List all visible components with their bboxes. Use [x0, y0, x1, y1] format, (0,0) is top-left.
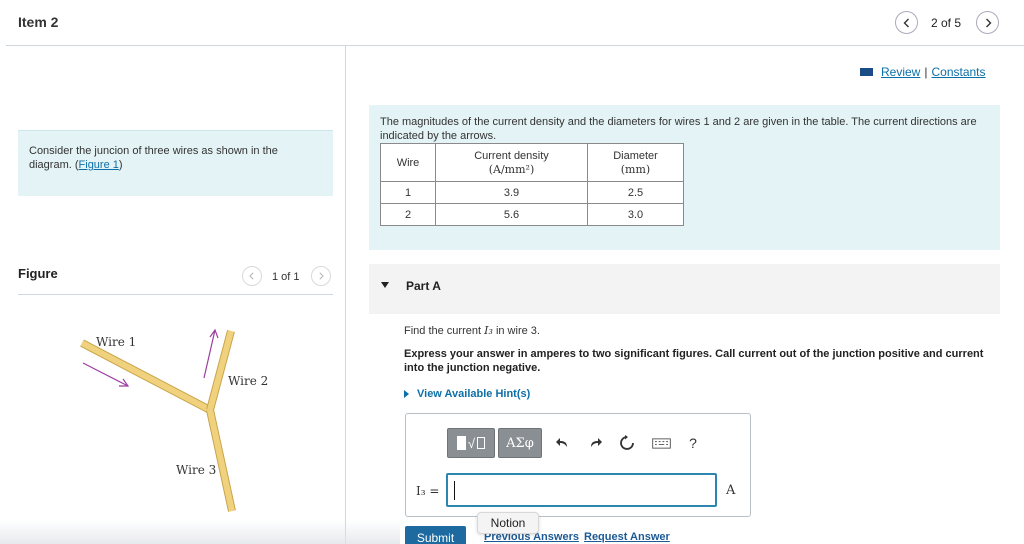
cell-diameter: 3.0 [587, 203, 684, 226]
header-density-label: Current density [474, 149, 549, 162]
question-prefix: Find the current [404, 325, 482, 337]
template-box-outline-icon [477, 437, 486, 449]
wire-2-arrow [203, 328, 219, 379]
expand-triangle-icon [404, 390, 409, 398]
answer-box: √ ΑΣφ ? I₃ = A [405, 413, 751, 517]
keyboard-icon[interactable] [651, 434, 671, 452]
greek-symbols-button[interactable]: ΑΣφ [498, 428, 542, 458]
chevron-left-icon [249, 272, 254, 280]
undo-icon[interactable] [554, 434, 572, 452]
wire-1-label: Wire 1 [96, 335, 136, 349]
table-row: 1 3.9 2.5 [380, 181, 684, 204]
cell-density: 3.9 [435, 181, 588, 204]
chevron-right-icon [319, 272, 324, 280]
cell-diameter: 2.5 [587, 181, 684, 204]
figure-divider [18, 294, 333, 295]
intro-box: Consider the juncion of three wires as s… [18, 130, 333, 196]
header-wire: Wire [380, 143, 436, 182]
table-row: 2 5.6 3.0 [380, 203, 684, 226]
answer-input[interactable] [446, 473, 717, 507]
problem-intro: The magnitudes of the current density an… [380, 116, 977, 142]
intro-close-paren: ) [118, 159, 123, 171]
question-text: Find the current I₃ in wire 3. [404, 324, 540, 337]
header-diameter-label: Diameter [613, 149, 658, 162]
problem-box: The magnitudes of the current density an… [369, 105, 1000, 250]
wire-1-fill [80, 340, 212, 413]
radical-icon: √ [467, 435, 476, 451]
item-title: Item 2 [18, 14, 59, 30]
chevron-right-icon [985, 18, 991, 27]
answer-label: I₃ = [416, 484, 440, 498]
header-diameter-unit: (mm) [620, 162, 651, 176]
panel-divider[interactable] [345, 46, 346, 544]
page-count: 2 of 5 [931, 16, 962, 30]
previous-item-button[interactable] [895, 11, 918, 34]
figure-count: 1 of 1 [272, 271, 300, 283]
question-suffix: in wire 3. [495, 325, 540, 337]
header-density: Current density (A/mm²) [435, 143, 588, 182]
header-divider [6, 45, 1024, 46]
figure-link[interactable]: Figure 1 [79, 159, 119, 171]
question-variable: I₃ [484, 324, 493, 337]
bottom-shade [0, 520, 400, 544]
reset-icon[interactable] [618, 434, 636, 452]
submit-button[interactable]: Submit [405, 526, 466, 544]
top-bar: Item 2 2 of 5 [0, 0, 1024, 46]
redo-icon[interactable] [586, 434, 604, 452]
review-constants-links: Review | Constants [860, 65, 986, 79]
wire-3-fill [207, 409, 235, 512]
collapse-triangle-icon [381, 282, 389, 288]
figure-title: Figure [18, 266, 58, 281]
cell-density: 5.6 [435, 203, 588, 226]
help-button[interactable]: ? [684, 434, 702, 452]
answer-unit: A [726, 483, 736, 498]
wire-junction-diagram: Wire 1 Wire 2 Wire 3 [80, 328, 268, 512]
data-table: Wire Current density (A/mm²) Diameter (m… [380, 143, 684, 226]
wire-2-fill [207, 330, 234, 411]
request-answer-link[interactable]: Request Answer [584, 531, 670, 543]
figure-previous-button[interactable] [242, 266, 262, 286]
figure-next-button[interactable] [311, 266, 331, 286]
notion-tooltip: Notion [477, 512, 539, 534]
intro-text: Consider the juncion of three wires as s… [29, 145, 278, 171]
answer-instructions: Express your answer in amperes to two si… [404, 348, 984, 374]
part-a-label: Part A [406, 279, 441, 293]
math-templates-button[interactable]: √ [447, 428, 495, 458]
hints-label: View Available Hint(s) [417, 388, 531, 400]
wire-2-label: Wire 2 [228, 374, 268, 388]
review-link[interactable]: Review [881, 65, 920, 79]
text-caret [454, 481, 455, 500]
constants-link[interactable]: Constants [931, 65, 985, 79]
header-diameter: Diameter (mm) [587, 143, 684, 182]
next-item-button[interactable] [976, 11, 999, 34]
book-icon [860, 68, 873, 76]
chevron-left-icon [903, 18, 909, 27]
header-density-unit: (A/mm²) [488, 162, 535, 176]
cell-wire: 2 [380, 203, 436, 226]
view-hints-link[interactable]: View Available Hint(s) [404, 388, 530, 400]
template-box-icon [456, 436, 466, 450]
links-separator: | [924, 65, 928, 79]
wire-3-label: Wire 3 [176, 463, 216, 477]
part-a-header[interactable]: Part A [369, 264, 1000, 314]
cell-wire: 1 [380, 181, 436, 204]
